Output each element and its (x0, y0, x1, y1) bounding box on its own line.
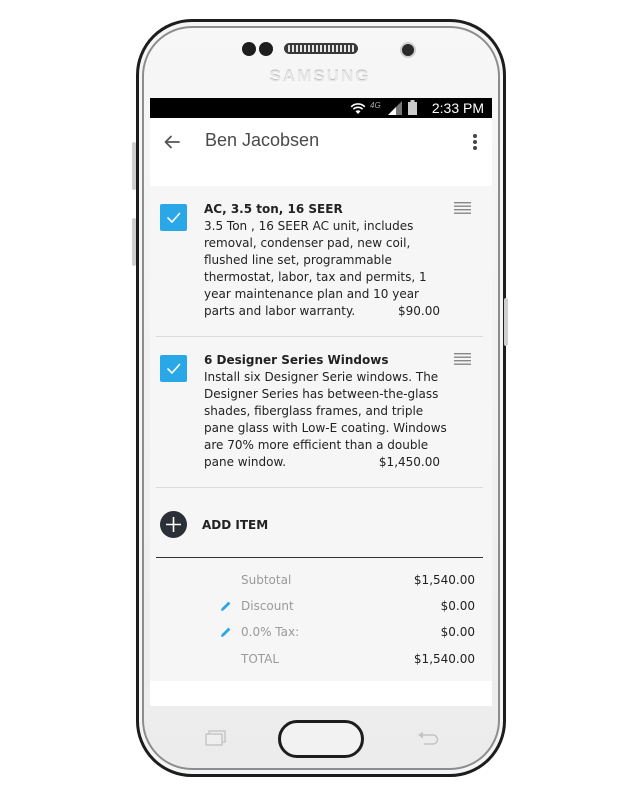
checkmark-icon (167, 212, 181, 223)
drag-handle-icon[interactable] (454, 202, 471, 214)
signal-icon (388, 101, 402, 115)
discount-label[interactable]: Discount (241, 599, 294, 613)
volume-button-2 (132, 218, 136, 266)
back-icon[interactable] (416, 730, 440, 746)
page-title: Ben Jacobsen (205, 130, 320, 150)
item-title: 6 Designer Series Windows (204, 353, 389, 367)
device-screen: 4G 2:33 PM Ben Jacobsen AC, 3.5 ton, 16 … (150, 98, 492, 706)
network-type-label: 4G (370, 101, 381, 110)
item-checkbox[interactable] (160, 204, 187, 231)
subtotal-row: Subtotal $1,540.00 (150, 573, 492, 591)
list-item[interactable]: 6 Designer Series Windows Install six De… (156, 337, 483, 487)
content-area: AC, 3.5 ton, 16 SEER 3.5 Ton , 16 SEER A… (150, 166, 492, 706)
battery-icon (408, 100, 417, 115)
status-bar: 4G 2:33 PM (150, 98, 492, 118)
status-time: 2:33 PM (431, 100, 484, 116)
volume-button (132, 142, 136, 190)
sensor-icon (259, 42, 273, 56)
home-button[interactable] (278, 720, 364, 758)
pencil-icon[interactable] (220, 626, 232, 638)
subtotal-label: Subtotal (241, 573, 292, 587)
checkmark-icon (167, 363, 181, 374)
discount-row[interactable]: Discount $0.00 (150, 599, 492, 617)
power-button (504, 298, 508, 346)
tax-row[interactable]: 0.0% Tax: $0.00 (150, 625, 492, 643)
earpiece-speaker (284, 43, 358, 54)
drag-handle-icon[interactable] (454, 353, 471, 365)
pencil-icon[interactable] (220, 600, 232, 612)
subtotal-value: $1,540.00 (413, 573, 475, 587)
arrow-back-icon[interactable] (160, 130, 184, 154)
tax-value: $0.00 (440, 625, 475, 639)
discount-value: $0.00 (440, 599, 475, 613)
tax-label[interactable]: 0.0% Tax: (241, 625, 299, 639)
app-bar: Ben Jacobsen (150, 118, 492, 166)
item-price: $90.00 (398, 304, 440, 318)
recent-apps-icon[interactable] (205, 730, 227, 746)
front-camera-icon (400, 42, 416, 58)
total-label: TOTAL (241, 652, 280, 666)
plus-icon (166, 517, 181, 532)
add-icon[interactable] (160, 511, 187, 538)
item-title: AC, 3.5 ton, 16 SEER (204, 202, 343, 216)
totals-divider (156, 557, 483, 558)
device-brand-logo: SAMSUNG (269, 67, 371, 86)
item-checkbox[interactable] (160, 355, 187, 382)
total-value: $1,540.00 (413, 652, 475, 666)
item-divider (156, 487, 483, 488)
add-item-button[interactable]: ADD ITEM (202, 518, 268, 532)
wifi-icon (350, 103, 366, 114)
sensor-icon (242, 42, 256, 56)
total-row: TOTAL $1,540.00 (150, 652, 492, 670)
list-item[interactable]: AC, 3.5 ton, 16 SEER 3.5 Ton , 16 SEER A… (156, 186, 483, 336)
estimate-card: AC, 3.5 ton, 16 SEER 3.5 Ton , 16 SEER A… (150, 186, 492, 681)
more-vert-icon[interactable] (465, 130, 485, 154)
item-price: $1,450.00 (378, 455, 440, 469)
